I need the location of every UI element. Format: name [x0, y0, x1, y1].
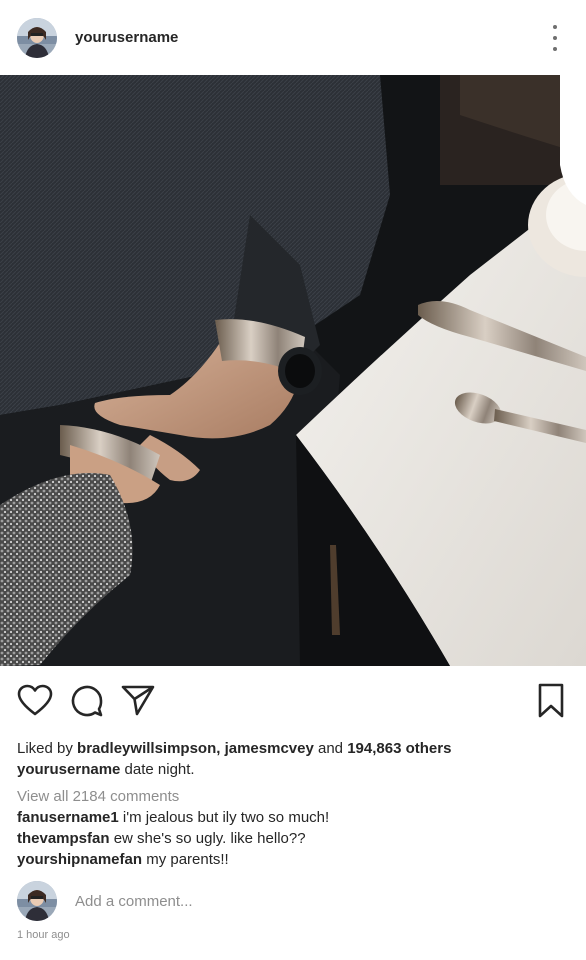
current-user-avatar: [17, 881, 57, 921]
comment-text: my parents!!: [142, 851, 229, 868]
add-comment-row: Add a comment...: [17, 881, 193, 921]
bookmark-icon[interactable]: [537, 683, 565, 719]
liked-by-users[interactable]: bradleywillsimpson, jamesmcvey: [77, 740, 314, 757]
view-all-comments-link[interactable]: View all 2184 comments: [17, 786, 573, 807]
post-header: yourusername: [0, 0, 586, 75]
caption-username[interactable]: yourusername: [17, 761, 120, 778]
caption: yourusername date night.: [17, 759, 573, 780]
likes-count[interactable]: 194,863 others: [347, 740, 451, 757]
comment-item: yourshipnamefan my parents!!: [17, 849, 573, 870]
caption-text: date night.: [120, 761, 195, 778]
comment-item: fanusername1 i'm jealous but ily two so …: [17, 807, 573, 828]
comment-username[interactable]: fanusername1: [17, 809, 119, 826]
post-username[interactable]: yourusername: [75, 29, 178, 46]
comment-bubble-icon[interactable]: [70, 684, 104, 718]
post-meta: Liked by bradleywillsimpson, jamesmcvey …: [17, 738, 573, 870]
comment-username[interactable]: yourshipnamefan: [17, 851, 142, 868]
comment-text: ew she's so ugly. like hello??: [109, 830, 306, 847]
user-avatar[interactable]: [17, 17, 57, 58]
likes-line: Liked by bradleywillsimpson, jamesmcvey …: [17, 738, 573, 759]
likes-prefix: Liked by: [17, 740, 78, 757]
post-photo[interactable]: [0, 75, 586, 666]
comment-text: i'm jealous but ily two so much!: [118, 809, 330, 826]
heart-icon[interactable]: [17, 684, 53, 716]
more-vertical-icon[interactable]: [550, 25, 560, 51]
post-timestamp: 1 hour ago: [17, 929, 70, 941]
likes-conj: and: [313, 740, 348, 757]
add-comment-input[interactable]: Add a comment...: [75, 893, 193, 910]
action-bar: [0, 666, 586, 736]
paper-plane-icon[interactable]: [121, 684, 155, 716]
comment-item: thevampsfan ew she's so ugly. like hello…: [17, 828, 573, 849]
comment-username[interactable]: thevampsfan: [17, 830, 110, 847]
